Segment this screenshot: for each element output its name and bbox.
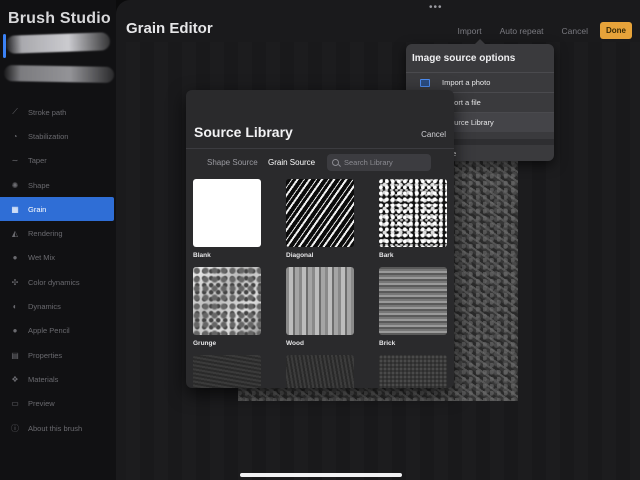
texture-thumbnail: [193, 179, 261, 247]
tile-label: Grunge: [193, 340, 217, 347]
sidebar-item-label: Wet Mix: [28, 253, 55, 263]
sidebar-item-grain[interactable]: ▦ Grain: [0, 197, 114, 222]
tab-grain-source[interactable]: Grain Source: [268, 158, 315, 167]
materials-icon: ❖: [11, 374, 19, 384]
apple-pencil-icon: ●: [12, 326, 18, 336]
stabilization-icon: ◔: [12, 131, 18, 141]
popover-title: Image source options: [412, 53, 516, 64]
library-tile-brick[interactable]: Brick: [379, 267, 447, 347]
sidebar-item-dynamics[interactable]: ◐ Dynamics: [0, 294, 116, 318]
option-label: Import a photo: [442, 78, 491, 87]
sidebar-item-label: Preview: [28, 399, 55, 409]
sidebar-item-shape[interactable]: ✺ Shape: [0, 173, 116, 197]
library-tile[interactable]: [286, 355, 354, 388]
settings-menu: ⟋ Stroke path ◔ Stabilization ∼ Taper ✺ Shap…: [0, 100, 116, 440]
sidebar-item-label: Stroke path: [28, 107, 67, 117]
option-label: port a file: [450, 98, 481, 107]
library-tile[interactable]: [379, 355, 447, 388]
library-tile-blank[interactable]: Blank: [193, 179, 261, 259]
tile-label: Bark: [379, 252, 394, 259]
texture-thumbnail: [379, 355, 447, 388]
sidebar-title: Brush Studio: [8, 10, 111, 27]
sidebar-item-label: Stabilization: [28, 131, 69, 141]
color-dynamics-icon: ✣: [11, 277, 19, 287]
sidebar-item-apple-pencil[interactable]: ● Apple Pencil: [0, 319, 116, 343]
divider: [186, 148, 454, 149]
stroke-path-icon: ⟋: [12, 107, 18, 117]
search-field[interactable]: [327, 154, 431, 171]
grain-icon: ▦: [11, 204, 19, 214]
dynamics-icon: ◐: [12, 302, 18, 312]
taper-icon: ∼: [11, 156, 19, 166]
sidebar-item-label: Color dynamics: [28, 277, 80, 287]
about-icon: ⓘ: [11, 423, 19, 433]
sidebar-item-label: Taper: [28, 156, 47, 166]
sidebar-item-preview[interactable]: ▭ Preview: [0, 392, 116, 416]
sidebar-item-label: Shape: [28, 180, 50, 190]
sidebar-item-label: Apple Pencil: [28, 326, 70, 336]
sidebar-item-label: Grain: [28, 204, 47, 214]
search-icon: [332, 159, 339, 166]
texture-thumbnail: [286, 267, 354, 335]
sidebar-item-stroke-path[interactable]: ⟋ Stroke path: [0, 100, 116, 124]
texture-thumbnail: [379, 179, 447, 247]
tab-shape-source[interactable]: Shape Source: [207, 158, 258, 167]
sidebar-item-label: Dynamics: [28, 302, 61, 312]
import-photo-option[interactable]: Import a photo: [406, 72, 554, 92]
sidebar-item-wet-mix[interactable]: ● Wet Mix: [0, 246, 116, 270]
photo-icon: [420, 78, 430, 87]
option-label: ource Library: [450, 118, 494, 127]
more-dots-icon[interactable]: •••: [429, 2, 443, 13]
texture-thumbnail: [379, 267, 447, 335]
sidebar-item-stabilization[interactable]: ◔ Stabilization: [0, 124, 116, 148]
tile-label: Diagonal: [286, 252, 314, 259]
brush-preview-stroke: [5, 32, 111, 54]
tile-label: Wood: [286, 340, 304, 347]
properties-icon: ▤: [11, 350, 19, 360]
rendering-icon: ◭: [11, 229, 19, 239]
sidebar-item-properties[interactable]: ▤ Properties: [0, 343, 116, 367]
cancel-button[interactable]: Cancel: [421, 130, 446, 139]
texture-thumbnail: [286, 355, 354, 388]
sidebar-item-label: About this brush: [28, 423, 83, 433]
home-indicator[interactable]: [240, 473, 402, 477]
shape-icon: ✺: [11, 180, 19, 190]
texture-thumbnail: [193, 267, 261, 335]
preview-icon: ▭: [11, 399, 19, 409]
brush-studio-sidebar: Brush Studio ⟋ Stroke path ◔ Stabilization…: [0, 0, 116, 480]
auto-repeat-button[interactable]: Auto repeat: [500, 26, 544, 36]
sidebar-item-label: Materials: [28, 374, 59, 384]
library-tile-diagonal[interactable]: Diagonal: [286, 179, 354, 259]
sidebar-item-rendering[interactable]: ◭ Rendering: [0, 221, 116, 245]
sidebar-item-label: Rendering: [28, 229, 63, 239]
sidebar-item-taper[interactable]: ∼ Taper: [0, 149, 116, 173]
sidebar-item-label: Properties: [28, 350, 63, 360]
sidebar-item-color-dynamics[interactable]: ✣ Color dynamics: [0, 270, 116, 294]
library-tile-bark[interactable]: Bark: [379, 179, 447, 259]
cancel-button[interactable]: Cancel: [562, 26, 588, 36]
done-button[interactable]: Done: [600, 22, 632, 39]
library-tile[interactable]: [193, 355, 261, 388]
sidebar-item-about[interactable]: ⓘ About this brush: [0, 416, 116, 440]
page-title: Grain Editor: [126, 20, 213, 37]
import-button[interactable]: Import: [457, 26, 481, 36]
tile-label: Brick: [379, 340, 396, 347]
search-input[interactable]: [344, 158, 426, 167]
wet-mix-icon: ●: [12, 253, 18, 263]
library-tile-grunge[interactable]: Grunge: [193, 267, 261, 347]
texture-thumbnail: [193, 355, 261, 388]
header-actions: Import Auto repeat Cancel Done: [439, 22, 632, 39]
sidebar-item-materials[interactable]: ❖ Materials: [0, 367, 116, 391]
texture-thumbnail: [286, 179, 354, 247]
library-tile-wood[interactable]: Wood: [286, 267, 354, 347]
tile-label: Blank: [193, 252, 211, 259]
source-library-modal: Source Library Cancel Shape Source Grain…: [186, 90, 454, 388]
brush-preview-stroke: [3, 65, 115, 83]
modal-title: Source Library: [194, 124, 293, 140]
